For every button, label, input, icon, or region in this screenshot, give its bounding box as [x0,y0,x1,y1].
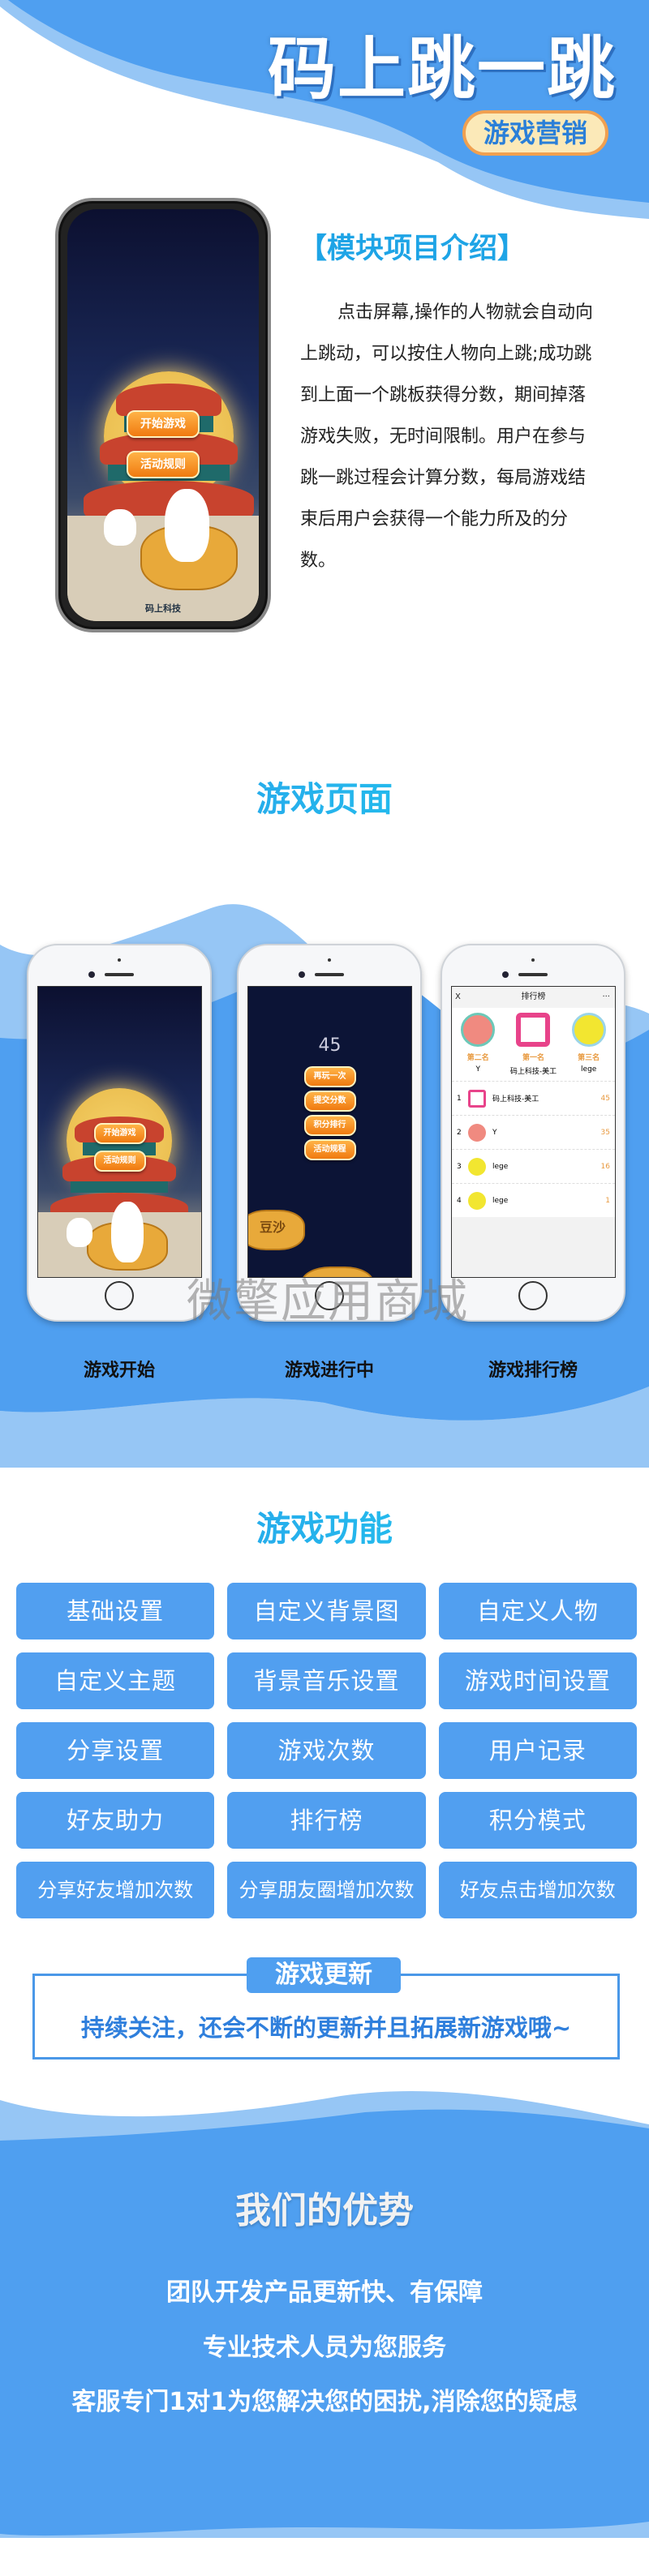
more-icon[interactable]: ··· [602,987,610,1008]
feature-item: 好友点击增加次数 [438,1862,637,1918]
advantage-line: 团队开发产品更新快、有保障 [166,2278,483,2307]
feature-item: 好友助力 [16,1792,215,1849]
update-text: 持续关注，还会不断的更新并且拓展新游戏哦~ [80,2014,572,2042]
home-button [105,1281,134,1310]
footer-logo: 码上科技 [145,603,181,614]
feature-item: 基础设置 [16,1583,215,1639]
avatar [468,1089,486,1108]
advantage-line: 专业技术人员为您服务 [203,2334,446,2362]
phone-label: 游戏排行榜 [488,1361,578,1381]
feature-grid: 基础设置 自定义背景图 自定义人物自定义主题 背景音乐设置 游戏时间设置分享设置 游戏次数… [16,1583,637,1918]
feature-item: 游戏次数 [227,1722,426,1779]
phone-game-start: 开始游戏 活动规则 [27,944,212,1322]
feature-item: 排行榜 [227,1792,426,1849]
advantages-title: 我们的优势 [235,2190,414,2231]
feature-item: 积分模式 [438,1792,637,1849]
feature-item: 背景音乐设置 [227,1652,426,1709]
podium: 第二名 Y 第一名 码上科技-美工 第三名 lege [452,1008,615,1081]
game-screen: 开始游戏 活动规则 码上科技 [67,209,259,621]
phone-label: 游戏开始 [83,1361,155,1381]
avatar [571,1013,606,1047]
start-game-button[interactable]: 开始游戏 [127,410,200,438]
intro-description: 点击屏幕,操作的人物就会自动向上跳动，可以按住人物向上跳;成功跳到上面一个跳板获… [300,302,593,571]
rules-button[interactable]: 活动规则 [127,451,200,478]
page-title: 码上跳一跳 [268,29,617,109]
update-tab: 游戏更新 [247,1957,401,1993]
ranking-button[interactable]: 积分排行 [303,1115,356,1136]
podium-second: 第二名 Y [461,1013,496,1076]
section-title-features: 游戏功能 [0,1502,649,1551]
avatar [461,1013,496,1047]
podium-first: 第一名 码上科技-美工 [510,1013,557,1076]
feature-item: 自定义主题 [16,1652,215,1709]
rabbit [165,489,209,562]
submit-score-button[interactable]: 提交分数 [303,1091,356,1112]
watermark: 微擎应用商城 [187,1275,469,1328]
feature-item: 自定义背景图 [227,1583,426,1639]
home-button [518,1281,548,1310]
game-playing-screen: 45 豆沙 伍仁 豆沙 伍仁 再玩一次 提交分数 积分排行 活动规程 [247,986,412,1278]
feature-item: 分享朋友圈增加次数 [227,1862,426,1918]
feature-item: 分享设置 [16,1722,215,1779]
leaderboard-row: 3 lege 16 [452,1149,615,1183]
feature-item: 用户记录 [438,1722,637,1779]
advantage-line: 客服专门1对1为您解决您的困扰,消除您的疑虑 [71,2388,578,2416]
avatar [468,1123,486,1142]
feature-item: 自定义人物 [438,1583,637,1639]
leaderboard-row: 4 lege 1 [452,1183,615,1217]
avatar [468,1157,486,1176]
leaderboard-screen: X 排行榜 ··· 第二名 Y 第一名 码上科技-美工 第三名 lege 1 码上科技-… [451,986,616,1278]
avatar [516,1013,551,1047]
avatar [468,1191,486,1210]
intro-phone-mockup: 开始游戏 活动规则 码上科技 [55,198,271,632]
start-game-button[interactable]: 开始游戏 [93,1123,146,1144]
leaderboard-title: 排行榜 [521,992,546,1001]
phone-label: 游戏进行中 [284,1361,374,1381]
intro-title: 【模块项目介绍】 [299,233,527,265]
rules-button[interactable]: 活动规则 [93,1151,146,1172]
leaderboard-navbar: X 排行榜 ··· [452,987,615,1008]
feature-item: 游戏时间设置 [438,1652,637,1709]
close-icon[interactable]: X [455,987,461,1008]
leaderboard-row: 1 码上科技-美工 45 [452,1081,615,1115]
feature-item: 分享好友增加次数 [16,1862,215,1918]
score-display: 45 [318,1035,342,1056]
rules-button[interactable]: 活动规程 [303,1139,356,1160]
mooncake-platform: 豆沙 [248,1210,305,1250]
category-badge: 游戏营销 [462,110,608,156]
play-again-button[interactable]: 再玩一次 [303,1066,356,1087]
section-title-game-pages: 游戏页面 [0,772,649,821]
leaderboard-row: 2 Y 35 [452,1115,615,1149]
podium-third: 第三名 lege [571,1013,606,1076]
game-start-screen: 开始游戏 活动规则 [37,986,202,1278]
